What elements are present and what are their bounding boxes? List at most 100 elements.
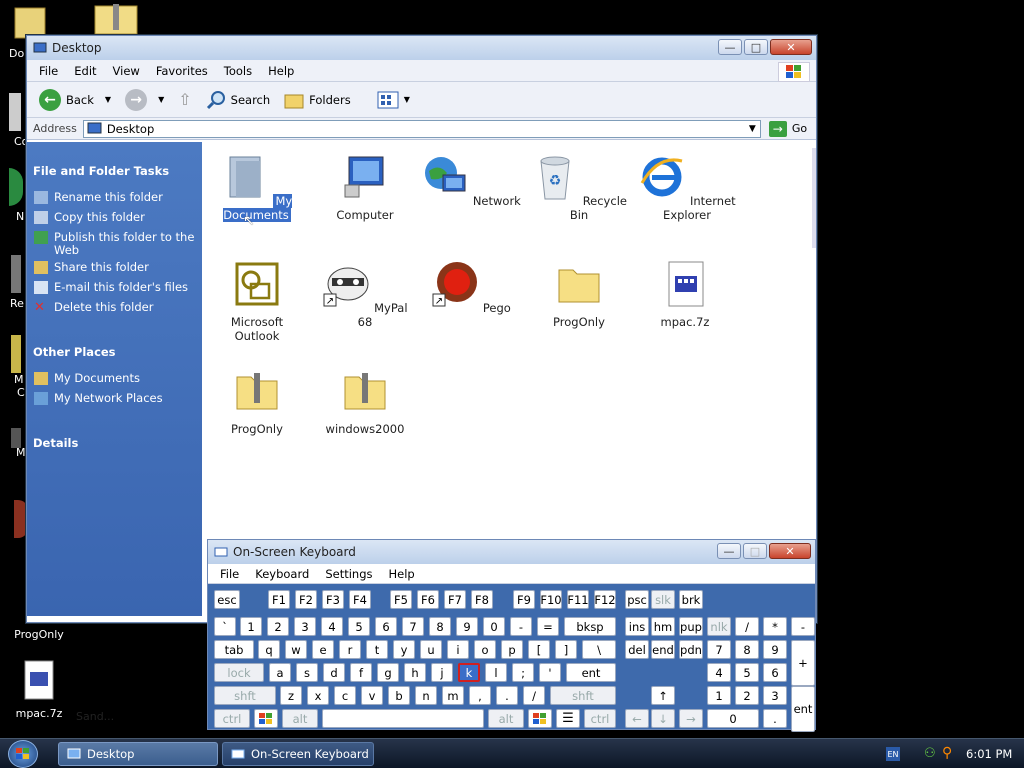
start-button[interactable] [8, 740, 38, 768]
vertical-scrollbar[interactable] [812, 148, 816, 248]
search-button[interactable]: Search [202, 88, 275, 112]
minimize-button[interactable]: — [717, 543, 741, 559]
key-2[interactable]: 2 [735, 686, 759, 705]
key-←[interactable]: ← [625, 709, 649, 728]
key-pdn[interactable]: pdn [679, 640, 703, 659]
key-F9[interactable]: F9 [513, 590, 535, 609]
key-psc[interactable]: psc [625, 590, 649, 609]
key-'[interactable]: ' [539, 663, 561, 682]
item-network[interactable]: Network [421, 153, 521, 208]
key-2[interactable]: 2 [267, 617, 289, 636]
key-F3[interactable]: F3 [322, 590, 344, 609]
key-b[interactable]: b [388, 686, 410, 705]
key-1[interactable]: 1 [240, 617, 262, 636]
item-windows2000[interactable]: windows2000 [315, 367, 415, 436]
key-x[interactable]: x [307, 686, 329, 705]
key-e[interactable]: e [312, 640, 334, 659]
windows-key[interactable] [528, 709, 552, 728]
key-space[interactable] [322, 709, 484, 728]
key-y[interactable]: y [393, 640, 415, 659]
osk-menu-settings[interactable]: Settings [317, 567, 380, 581]
folders-button[interactable]: Folders [280, 89, 355, 111]
key-tab[interactable]: tab [214, 640, 254, 659]
key-F8[interactable]: F8 [471, 590, 493, 609]
chevron-down-icon[interactable]: ▼ [749, 124, 756, 134]
key-u[interactable]: u [420, 640, 442, 659]
key-o[interactable]: o [474, 640, 496, 659]
key-9[interactable]: 9 [456, 617, 478, 636]
menu-tools[interactable]: Tools [216, 64, 260, 78]
key-alt[interactable]: alt [282, 709, 318, 728]
key-4[interactable]: 4 [707, 663, 731, 682]
close-button[interactable]: ✕ [770, 39, 812, 55]
task-share-folder[interactable]: Share this folder [34, 261, 199, 274]
menu-favorites[interactable]: Favorites [148, 64, 216, 78]
key-pup[interactable]: pup [679, 617, 703, 636]
key-t[interactable]: t [366, 640, 388, 659]
forward-button[interactable]: → ▼ [121, 87, 168, 113]
key-9[interactable]: 9 [763, 640, 787, 659]
key-ctrl[interactable]: ctrl [584, 709, 616, 728]
maximize-button[interactable]: □ [744, 39, 768, 55]
key-F5[interactable]: F5 [390, 590, 412, 609]
network-tray-icon[interactable]: ⚇ [924, 746, 936, 761]
key-j[interactable]: j [431, 663, 453, 682]
go-button[interactable]: → Go [768, 120, 807, 137]
minimize-button[interactable]: — [718, 39, 742, 55]
item-mpac-7z[interactable]: mpac.7z [635, 260, 735, 329]
item-pego[interactable]: ↗ Pego [421, 260, 521, 315]
key-shft[interactable]: shft [550, 686, 616, 705]
key-F1[interactable]: F1 [268, 590, 290, 609]
key-h[interactable]: h [404, 663, 426, 682]
task-copy-folder[interactable]: Copy this folder [34, 211, 199, 224]
language-indicator[interactable]: EN [886, 747, 900, 761]
numpad-key-plus[interactable]: + [791, 640, 815, 686]
key-/[interactable]: / [523, 686, 545, 705]
key-F12[interactable]: F12 [594, 590, 616, 609]
key-k[interactable]: k [458, 663, 480, 682]
osk-titlebar[interactable]: On-Screen Keyboard — □ ✕ [208, 540, 815, 564]
key-a[interactable]: a [269, 663, 291, 682]
key-/[interactable]: / [735, 617, 759, 636]
desktop-icon-mpac[interactable]: mpac.7z [4, 660, 74, 720]
key-1[interactable]: 1 [707, 686, 731, 705]
key-n[interactable]: n [415, 686, 437, 705]
key-slk[interactable]: slk [651, 590, 675, 609]
key--[interactable]: - [510, 617, 532, 636]
key-5[interactable]: 5 [348, 617, 370, 636]
key-F4[interactable]: F4 [349, 590, 371, 609]
key-bksp[interactable]: bksp [564, 617, 616, 636]
key-8[interactable]: 8 [735, 640, 759, 659]
key-0[interactable]: 0 [707, 709, 759, 728]
key-nlk[interactable]: nlk [707, 617, 731, 636]
key-F10[interactable]: F10 [540, 590, 562, 609]
key-d[interactable]: d [323, 663, 345, 682]
key-.[interactable]: . [496, 686, 518, 705]
key-ins[interactable]: ins [625, 617, 649, 636]
key-F7[interactable]: F7 [444, 590, 466, 609]
key-esc[interactable]: esc [214, 590, 240, 609]
key-3[interactable]: 3 [763, 686, 787, 705]
key-F11[interactable]: F11 [567, 590, 589, 609]
details-header[interactable]: Details [33, 436, 78, 450]
key-[[interactable]: [ [528, 640, 550, 659]
key-\[interactable]: \ [582, 640, 616, 659]
item-computer[interactable]: Computer [315, 153, 415, 222]
key-r[interactable]: r [339, 640, 361, 659]
windows-key[interactable] [254, 709, 278, 728]
key-][interactable]: ] [555, 640, 577, 659]
explorer-titlebar[interactable]: Desktop — □ ✕ [27, 36, 816, 60]
key-3[interactable]: 3 [294, 617, 316, 636]
key-`[interactable]: ` [214, 617, 236, 636]
key-0[interactable]: 0 [483, 617, 505, 636]
desktop-zip-folder-icon[interactable] [93, 2, 139, 35]
key-7[interactable]: 7 [402, 617, 424, 636]
menu-view[interactable]: View [105, 64, 148, 78]
key-↑[interactable]: ↑ [651, 686, 675, 705]
key-p[interactable]: p [501, 640, 523, 659]
key-.[interactable]: . [763, 709, 787, 728]
taskbar-desktop[interactable]: Desktop [58, 742, 218, 766]
item-internet-explorer[interactable]: Internet Explorer [635, 153, 739, 222]
other-my-documents[interactable]: My Documents [34, 372, 199, 385]
key-alt[interactable]: alt [488, 709, 524, 728]
